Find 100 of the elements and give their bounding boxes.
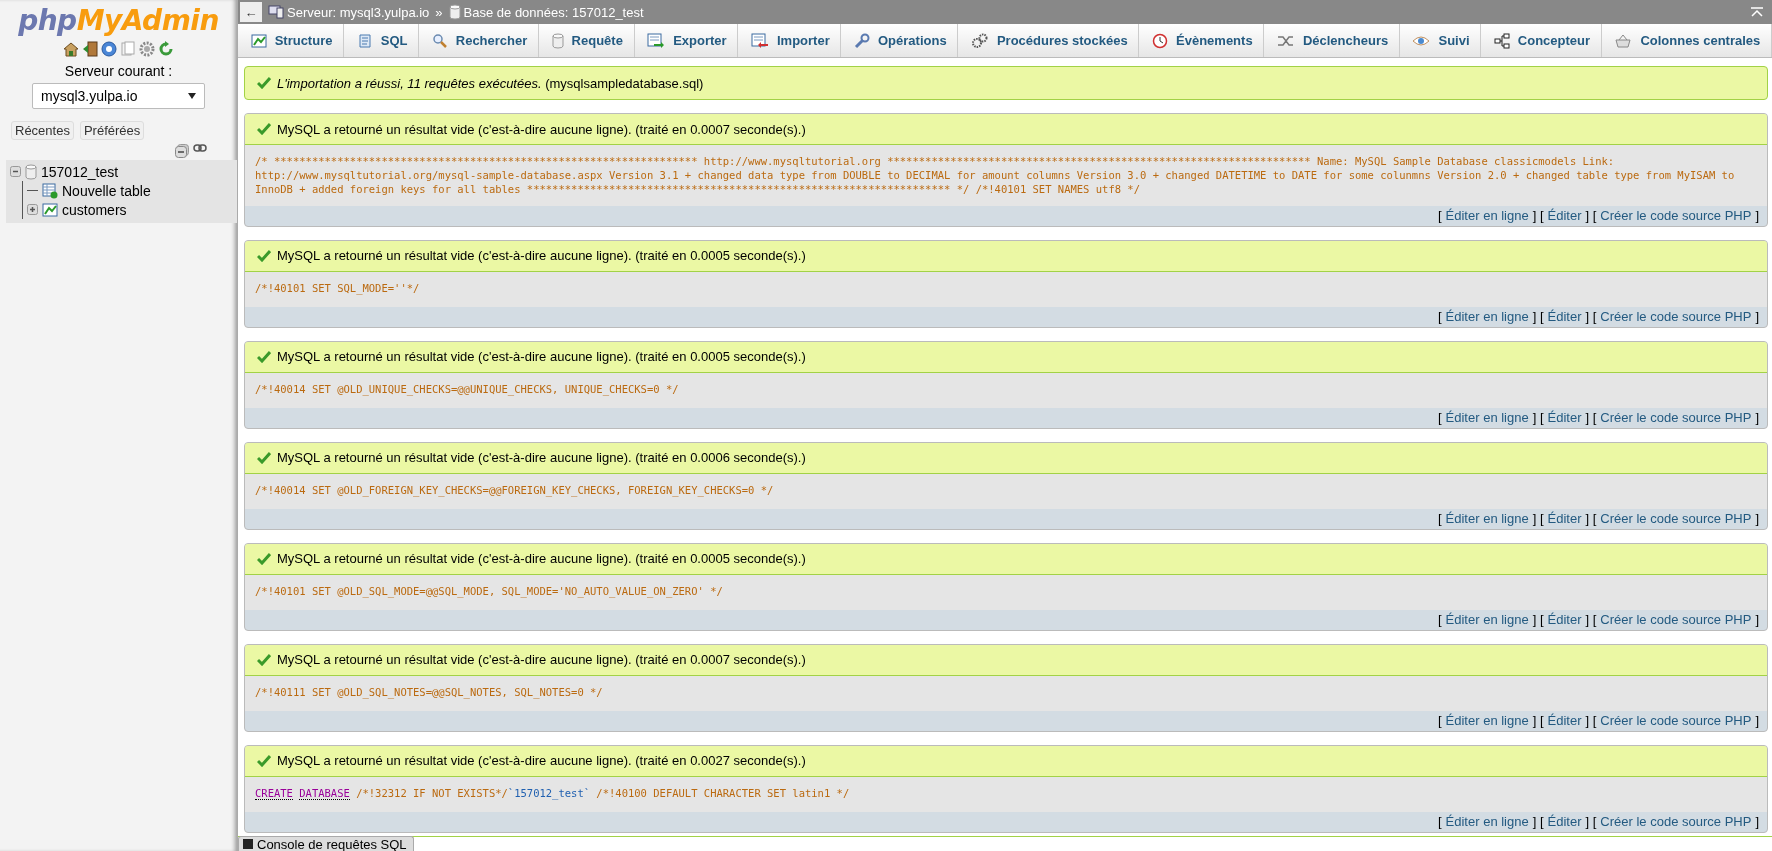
edit-link[interactable]: Éditer en ligne bbox=[1445, 713, 1529, 728]
result-message: MySQL a retourné un résultat vide (c'est-à-dire aucune ligne). (traité en 0.0006 seconde(s).) bbox=[277, 450, 806, 465]
console-icon bbox=[243, 839, 253, 849]
edit-link[interactable]: Éditer bbox=[1547, 208, 1582, 223]
nav-tab[interactable]: Rechercher bbox=[419, 24, 539, 57]
bracket-text: ] [ bbox=[1585, 511, 1597, 526]
nav-tab[interactable]: Requête bbox=[538, 24, 635, 57]
shuffle-icon bbox=[1276, 33, 1295, 48]
server-select[interactable]: mysql3.yulpa.io bbox=[32, 83, 205, 109]
edit-link[interactable]: Créer le code source PHP bbox=[1600, 410, 1752, 425]
reload-icon[interactable] bbox=[158, 41, 174, 57]
edit-link[interactable]: Éditer en ligne bbox=[1445, 309, 1529, 324]
sql-query: CREATE DATABASE /*!32312 IF NOT EXISTS*/`157012_test` /*!40100 DEFAULT CHARACTER SET latin1 */ bbox=[245, 776, 1767, 812]
bracket-text: ] [ bbox=[1585, 814, 1597, 829]
result-message: MySQL a retourné un résultat vide (c'est-à-dire aucune ligne). (traité en 0.0007 seconde(s).) bbox=[277, 652, 806, 667]
export-icon bbox=[647, 32, 666, 49]
sql-query: /*!40101 SET SQL_MODE=''*/ bbox=[245, 271, 1767, 307]
filter-button[interactable]: Récentes bbox=[11, 121, 74, 140]
nav-tab[interactable]: Concepteur bbox=[1481, 24, 1602, 57]
edit-link[interactable]: Éditer bbox=[1547, 814, 1582, 829]
bracket-text: ] [ bbox=[1532, 410, 1544, 425]
edit-link[interactable]: Éditer bbox=[1547, 309, 1582, 324]
edit-link[interactable]: Éditer en ligne bbox=[1445, 511, 1529, 526]
edit-link[interactable]: Éditer bbox=[1547, 511, 1582, 526]
database-icon bbox=[448, 4, 461, 20]
eye-icon bbox=[1412, 34, 1431, 47]
edit-link[interactable]: Éditer en ligne bbox=[1445, 612, 1529, 627]
database-icon bbox=[25, 163, 37, 180]
bracket-text: ] [ bbox=[1532, 511, 1544, 526]
wrench-icon bbox=[854, 32, 870, 49]
sql-query: /*!40014 SET @OLD_FOREIGN_KEY_CHECKS=@@FOREIGN_KEY_CHECKS, FOREIGN_KEY_CHECKS=0 */ bbox=[245, 473, 1767, 509]
check-icon bbox=[257, 350, 271, 363]
nav-tab[interactable]: Importer bbox=[738, 24, 842, 57]
edit-link[interactable]: Éditer en ligne bbox=[1445, 208, 1529, 223]
bracket-text: [ bbox=[1437, 511, 1442, 526]
check-icon bbox=[257, 77, 271, 89]
console-tab[interactable]: Console de requêtes SQL bbox=[238, 836, 414, 851]
collapse-icon[interactable] bbox=[10, 166, 21, 177]
check-icon bbox=[257, 249, 271, 262]
edit-link[interactable]: Créer le code source PHP bbox=[1600, 208, 1752, 223]
back-button[interactable]: ← bbox=[240, 2, 262, 22]
nav-tab[interactable]: Structure bbox=[238, 24, 345, 57]
edit-link[interactable]: Créer le code source PHP bbox=[1600, 814, 1752, 829]
check-icon bbox=[257, 123, 271, 135]
dropdown-caret-icon bbox=[188, 93, 196, 99]
edit-link[interactable]: Créer le code source PHP bbox=[1600, 309, 1752, 324]
edit-link[interactable]: Éditer bbox=[1547, 713, 1582, 728]
edit-link[interactable]: Créer le code source PHP bbox=[1600, 511, 1752, 526]
diagram-icon bbox=[1493, 32, 1510, 49]
nav-tab[interactable]: Déclencheurs bbox=[1264, 24, 1400, 57]
nav-tab[interactable]: Opérations bbox=[841, 24, 959, 57]
server-label: Serveur courant : bbox=[63, 63, 174, 79]
home-icon[interactable] bbox=[63, 41, 79, 57]
edit-link[interactable]: Éditer bbox=[1547, 410, 1582, 425]
new-table-icon[interactable] bbox=[42, 182, 58, 199]
bracket-text: ] [ bbox=[1532, 814, 1544, 829]
server-icon bbox=[268, 5, 284, 19]
tree-item[interactable]: Nouvelle table bbox=[62, 182, 151, 199]
expand-icon[interactable] bbox=[27, 204, 38, 215]
scroll-icon bbox=[356, 32, 373, 49]
edit-link[interactable]: Créer le code source PHP bbox=[1600, 713, 1752, 728]
table-chart-icon bbox=[250, 32, 267, 49]
breadcrumb-separator: » bbox=[435, 4, 443, 20]
bracket-text: [ bbox=[1437, 814, 1442, 829]
bracket-text: [ bbox=[1437, 208, 1442, 223]
database-name[interactable]: 157012_test bbox=[41, 163, 119, 180]
edit-link[interactable]: Éditer bbox=[1547, 612, 1582, 627]
nav-tab[interactable]: Suivi bbox=[1399, 24, 1482, 57]
bracket-text: [ bbox=[1437, 612, 1442, 627]
result-message: MySQL a retourné un résultat vide (c'est-à-dire aucune ligne). (traité en 0.0005 seconde(s).) bbox=[277, 248, 806, 263]
bracket-text: ] bbox=[1755, 410, 1759, 425]
logo[interactable]: phpMyAdmin bbox=[0, 4, 237, 37]
tree-item[interactable]: customers bbox=[62, 201, 127, 218]
collapse-top-icon[interactable] bbox=[1750, 6, 1764, 18]
gears-icon bbox=[970, 32, 989, 49]
edit-link[interactable]: Éditer en ligne bbox=[1445, 410, 1529, 425]
nav-tab[interactable]: Évènements bbox=[1139, 24, 1265, 57]
edit-link[interactable]: Créer le code source PHP bbox=[1600, 612, 1752, 627]
link-icon[interactable] bbox=[193, 144, 207, 152]
clock-icon bbox=[1152, 32, 1168, 49]
breadcrumb-link[interactable]: Base de données: 157012_test bbox=[448, 4, 644, 20]
bracket-text: ] [ bbox=[1585, 410, 1597, 425]
nav-tab[interactable]: SQL bbox=[344, 24, 420, 57]
bracket-text: ] [ bbox=[1532, 309, 1544, 324]
nav-tab[interactable]: Colonnes centrales bbox=[1601, 24, 1772, 57]
nav-tab[interactable]: Exporter bbox=[634, 24, 739, 57]
settings-icon[interactable] bbox=[139, 41, 155, 57]
edit-link[interactable]: Éditer en ligne bbox=[1445, 814, 1529, 829]
bracket-text: ] [ bbox=[1532, 208, 1544, 223]
result-message: MySQL a retourné un résultat vide (c'est-à-dire aucune ligne). (traité en 0.0005 seconde(s).) bbox=[277, 551, 806, 566]
bracket-text: [ bbox=[1437, 410, 1442, 425]
check-icon bbox=[257, 552, 271, 565]
collapse-all-icon[interactable] bbox=[175, 144, 189, 158]
breadcrumb-link[interactable]: Serveur: mysql3.yulpa.io bbox=[268, 4, 430, 20]
bracket-text: ] bbox=[1755, 713, 1759, 728]
nav-tab[interactable]: Procédures stockées bbox=[958, 24, 1140, 57]
door-icon[interactable] bbox=[82, 41, 98, 57]
import-icon bbox=[750, 32, 769, 49]
filter-button[interactable]: Préférées bbox=[79, 121, 145, 140]
bracket-text: [ bbox=[1437, 309, 1442, 324]
